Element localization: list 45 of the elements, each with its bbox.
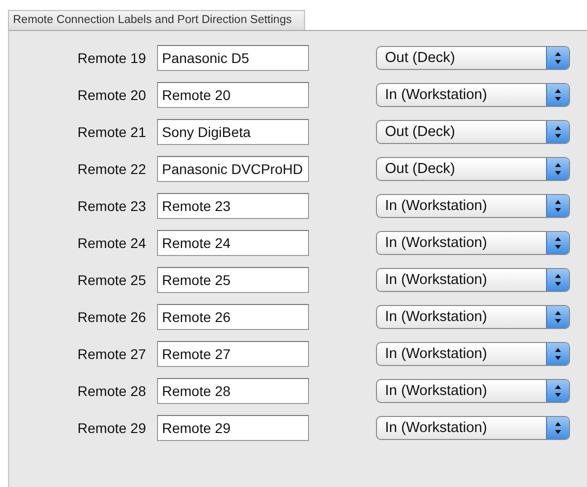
remote-name-field[interactable]: Remote 26: [157, 304, 309, 330]
remote-name-field[interactable]: Panasonic D5: [157, 44, 309, 70]
direction-popup[interactable]: In (Workstation): [376, 378, 570, 402]
remote-label: Remote 27: [76, 346, 147, 362]
direction-popup[interactable]: In (Workstation): [376, 304, 570, 328]
remote-label: Remote 25: [76, 272, 147, 288]
remote-name-field[interactable]: Remote 29: [157, 414, 309, 440]
direction-popup[interactable]: Out (Deck): [376, 120, 570, 144]
remote-name-field[interactable]: Remote 23: [157, 192, 309, 218]
up-down-arrows-icon: [554, 272, 562, 286]
up-down-arrows-icon: [554, 346, 562, 360]
direction-popup[interactable]: In (Workstation): [376, 416, 570, 440]
direction-popup[interactable]: In (Workstation): [376, 230, 570, 254]
up-down-arrows-icon: [554, 310, 562, 324]
direction-popup[interactable]: Out (Deck): [376, 46, 570, 70]
up-down-arrows-icon: [554, 124, 562, 138]
up-down-arrows-icon: [554, 236, 562, 250]
remote-label: Remote 22: [76, 160, 147, 176]
direction-popup[interactable]: In (Workstation): [376, 268, 570, 292]
remote-label: Remote 24: [76, 234, 147, 250]
remote-label: Remote 23: [76, 198, 147, 214]
up-down-arrows-icon: [554, 420, 562, 434]
direction-popup[interactable]: In (Workstation): [376, 342, 570, 366]
remote-name-field[interactable]: Panasonic DVCProHD: [157, 156, 309, 182]
remote-name-field[interactable]: Remote 25: [157, 266, 309, 292]
remote-label: Remote 20: [76, 86, 147, 102]
up-down-arrows-icon: [554, 384, 562, 398]
remote-name-field[interactable]: Remote 27: [157, 340, 309, 366]
remote-label: Remote 21: [76, 124, 147, 140]
remote-name-field[interactable]: Sony DigiBeta: [157, 118, 309, 144]
up-down-arrows-icon: [554, 162, 562, 176]
remote-label: Remote 19: [76, 50, 147, 66]
up-down-arrows-icon: [554, 198, 562, 212]
section-title: Remote Connection Labels and Port Direction Settings: [8, 10, 305, 30]
remote-label: Remote 29: [76, 420, 147, 436]
remote-name-field[interactable]: Remote 20: [157, 82, 309, 108]
direction-popup[interactable]: Out (Deck): [376, 156, 570, 180]
up-down-arrows-icon: [554, 50, 562, 64]
up-down-arrows-icon: [554, 88, 562, 102]
remote-label: Remote 28: [76, 382, 147, 398]
direction-popup[interactable]: In (Workstation): [376, 82, 570, 106]
remote-label: Remote 26: [76, 308, 147, 324]
direction-popup[interactable]: In (Workstation): [376, 194, 570, 218]
remote-name-field[interactable]: Remote 24: [157, 230, 309, 256]
remote-name-field[interactable]: Remote 28: [157, 378, 309, 404]
